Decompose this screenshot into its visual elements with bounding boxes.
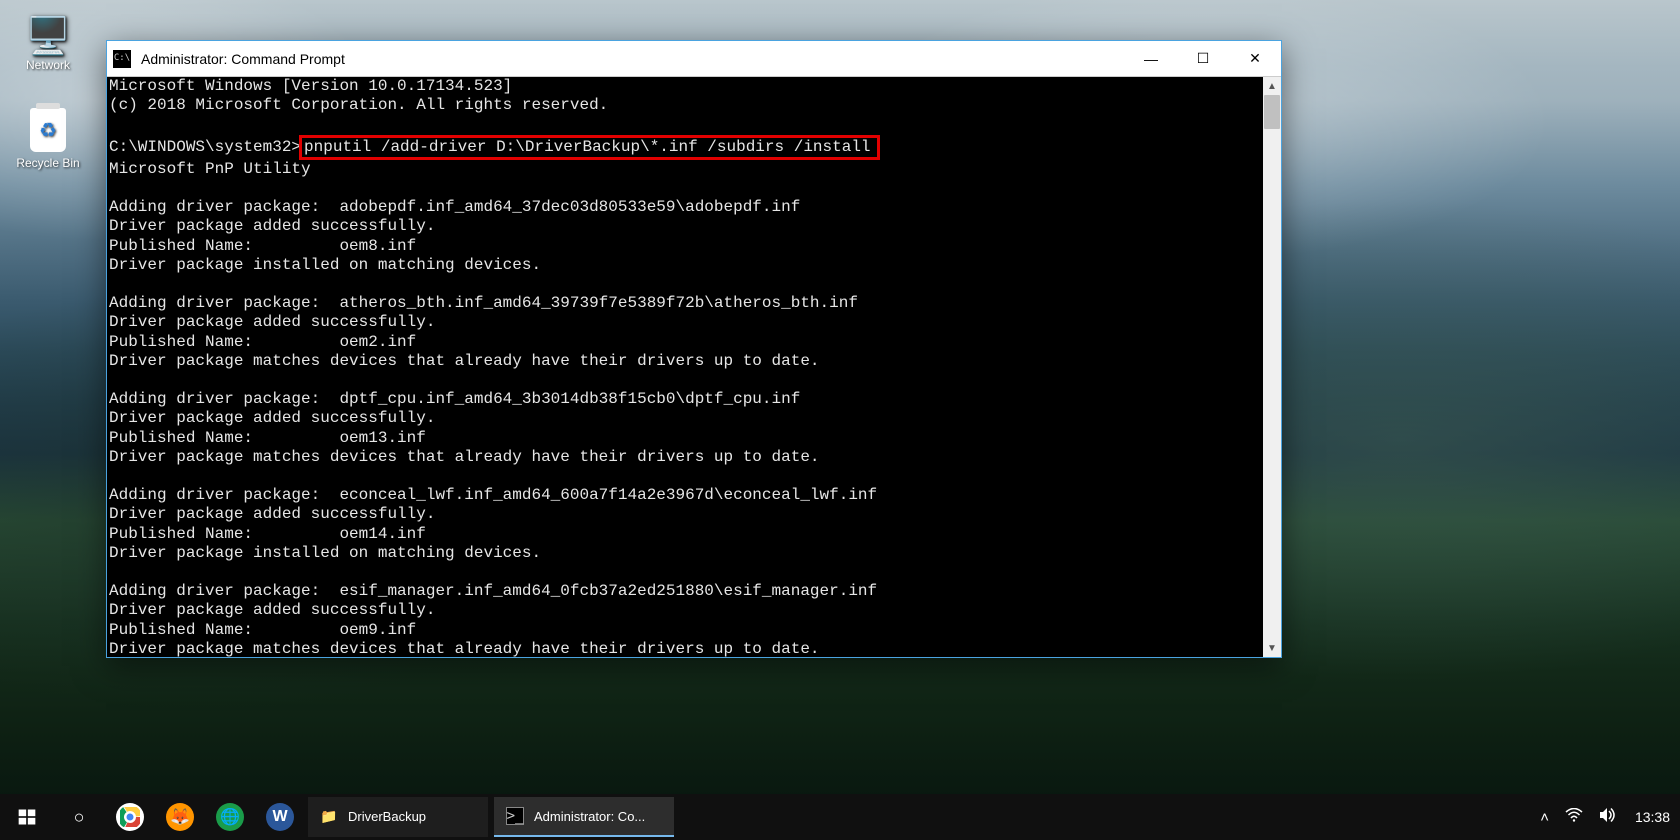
taskbar-item-cmd[interactable]: >_ Administrator: Co...	[494, 797, 674, 837]
console-line: Driver package matches devices that alre…	[109, 640, 820, 657]
taskbar-firefox[interactable]: 🦊	[156, 794, 204, 840]
titlebar[interactable]: C:\ Administrator: Command Prompt — ☐ ✕	[107, 41, 1281, 77]
tray-chevron-icon[interactable]: ˄	[1540, 809, 1549, 826]
console-line: Published Name: oem8.inf	[109, 237, 416, 255]
console-line: Driver package added successfully.	[109, 505, 435, 523]
console-line: Driver package matches devices that alre…	[109, 352, 820, 370]
volume-icon[interactable]	[1599, 807, 1617, 827]
console-line: Published Name: oem9.inf	[109, 621, 416, 639]
folder-icon: 📁	[320, 807, 338, 825]
search-icon: ○	[74, 807, 85, 828]
console-line: Driver package added successfully.	[109, 601, 435, 619]
windows-logo-icon	[17, 807, 37, 827]
scroll-down-icon[interactable]: ▼	[1263, 639, 1281, 657]
desktop-icon-label: Recycle Bin	[16, 156, 79, 170]
wifi-icon[interactable]	[1565, 808, 1583, 826]
console-line: Microsoft PnP Utility	[109, 160, 311, 178]
console-line: Microsoft Windows [Version 10.0.17134.52…	[109, 77, 512, 95]
console-line: Driver package installed on matching dev…	[109, 544, 541, 562]
taskbar-item-label: Administrator: Co...	[534, 809, 645, 824]
command-prompt-window[interactable]: C:\ Administrator: Command Prompt — ☐ ✕ …	[106, 40, 1282, 658]
window-controls: — ☐ ✕	[1125, 41, 1281, 76]
maximize-button[interactable]: ☐	[1177, 41, 1229, 76]
taskbar-item-label: DriverBackup	[348, 809, 426, 824]
console-prompt: C:\WINDOWS\system32>	[109, 138, 301, 156]
network-icon: 🖥️	[8, 18, 88, 54]
console-line: Driver package matches devices that alre…	[109, 448, 820, 466]
firefox-icon: 🦊	[166, 803, 194, 831]
scroll-thumb[interactable]	[1264, 95, 1280, 129]
console-line: Adding driver package: dptf_cpu.inf_amd6…	[109, 390, 800, 408]
cmd-icon: C:\	[113, 50, 131, 68]
console-line: Published Name: oem13.inf	[109, 429, 426, 447]
console-line: Adding driver package: esif_manager.inf_…	[109, 582, 877, 600]
desktop-icon-label: Network	[26, 58, 70, 72]
taskbar-clock[interactable]: 13:38	[1625, 809, 1680, 825]
taskbar-chrome[interactable]	[106, 794, 154, 840]
console-line: Adding driver package: atheros_bth.inf_a…	[109, 294, 858, 312]
recycle-bin-icon: ♻	[30, 108, 66, 152]
console-line: Driver package added successfully.	[109, 313, 435, 331]
close-button[interactable]: ✕	[1229, 41, 1281, 76]
console-line: Published Name: oem2.inf	[109, 333, 416, 351]
cmd-icon: >_	[506, 807, 524, 825]
taskbar-search[interactable]: ○	[54, 794, 104, 840]
scroll-up-icon[interactable]: ▲	[1263, 77, 1281, 95]
word-icon: W	[266, 803, 294, 831]
chrome-icon	[116, 803, 144, 831]
console-line: Driver package installed on matching dev…	[109, 256, 541, 274]
globe-icon: 🌐	[216, 803, 244, 831]
scrollbar[interactable]: ▲ ▼	[1263, 77, 1281, 657]
console-line: Driver package added successfully.	[109, 409, 435, 427]
taskbar-word[interactable]: W	[256, 794, 304, 840]
console-line: Adding driver package: econceal_lwf.inf_…	[109, 486, 877, 504]
window-title: Administrator: Command Prompt	[141, 51, 345, 67]
minimize-button[interactable]: —	[1125, 41, 1177, 76]
desktop-icon-network[interactable]: 🖥️ Network	[8, 18, 88, 72]
start-button[interactable]	[0, 794, 54, 840]
console-line: (c) 2018 Microsoft Corporation. All righ…	[109, 96, 608, 114]
console-output[interactable]: Microsoft Windows [Version 10.0.17134.52…	[107, 77, 1263, 657]
console-line: Published Name: oem14.inf	[109, 525, 426, 543]
desktop-icon-recycle-bin[interactable]: ♻ Recycle Bin	[8, 108, 88, 170]
desktop[interactable]: 🖥️ Network ♻ Recycle Bin C:\ Administrat…	[0, 0, 1680, 840]
highlighted-command: pnputil /add-driver D:\DriverBackup\*.in…	[299, 135, 880, 160]
taskbar[interactable]: ○ 🦊 🌐 W 📁 DriverBackup >_ Administrator:…	[0, 794, 1680, 840]
taskbar-item-explorer[interactable]: 📁 DriverBackup	[308, 797, 488, 837]
console-line: Adding driver package: adobepdf.inf_amd6…	[109, 198, 800, 216]
taskbar-browser[interactable]: 🌐	[206, 794, 254, 840]
system-tray[interactable]: ˄	[1532, 794, 1625, 840]
console-line: Driver package added successfully.	[109, 217, 435, 235]
